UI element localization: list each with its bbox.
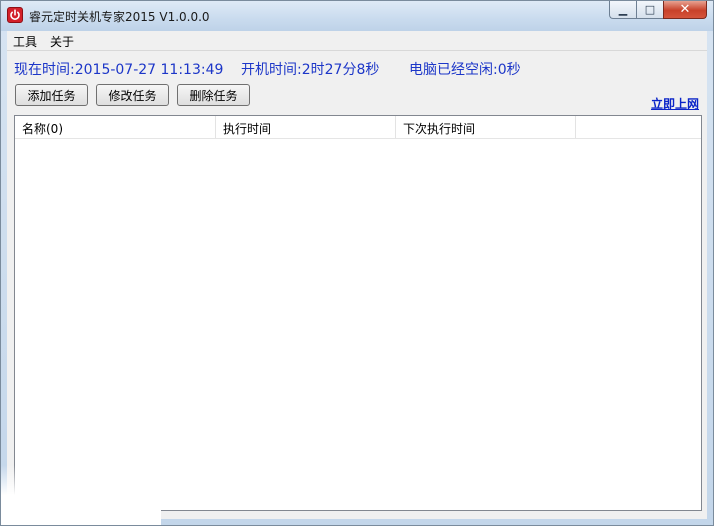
close-button[interactable]: ✕ bbox=[663, 1, 707, 19]
maximize-button[interactable]: □ bbox=[636, 1, 663, 19]
window-title: 睿元定时关机专家2015 V1.0.0.0 bbox=[29, 10, 210, 24]
current-time-label: 现在时间:2015-07-27 11:13:49 bbox=[14, 62, 224, 78]
minimize-button[interactable]: ▁ bbox=[609, 1, 636, 19]
delete-task-button[interactable]: 删除任务 bbox=[177, 84, 250, 106]
title-bar[interactable]: 睿元定时关机专家2015 V1.0.0.0 ▁ □ ✕ bbox=[1, 1, 713, 31]
menu-bar: 工具 关于 bbox=[7, 31, 707, 51]
task-table[interactable]: 名称(0) 执行时间 下次执行时间 bbox=[14, 115, 702, 511]
desktop-background bbox=[1, 465, 161, 525]
window-controls: ▁ □ ✕ bbox=[609, 1, 707, 21]
add-task-button[interactable]: 添加任务 bbox=[15, 84, 88, 106]
idle-time-label: 电脑已经空闲:0秒 bbox=[409, 62, 521, 78]
menu-tools[interactable]: 工具 bbox=[7, 31, 44, 50]
app-window: 睿元定时关机专家2015 V1.0.0.0 ▁ □ ✕ 工具 关于 现在时间:2… bbox=[0, 0, 714, 526]
client-area: 工具 关于 现在时间:2015-07-27 11:13:49 开机时间:2时27… bbox=[7, 31, 707, 519]
menu-about[interactable]: 关于 bbox=[44, 31, 81, 50]
edit-task-button[interactable]: 修改任务 bbox=[96, 84, 169, 106]
column-exec-time[interactable]: 执行时间 bbox=[216, 116, 396, 138]
column-name[interactable]: 名称(0) bbox=[15, 116, 216, 138]
table-header: 名称(0) 执行时间 下次执行时间 bbox=[15, 116, 701, 139]
go-online-link[interactable]: 立即上网 bbox=[651, 95, 699, 112]
column-next-exec-time[interactable]: 下次执行时间 bbox=[396, 116, 576, 138]
boot-time-label: 开机时间:2时27分8秒 bbox=[241, 62, 380, 78]
power-icon bbox=[7, 7, 23, 23]
